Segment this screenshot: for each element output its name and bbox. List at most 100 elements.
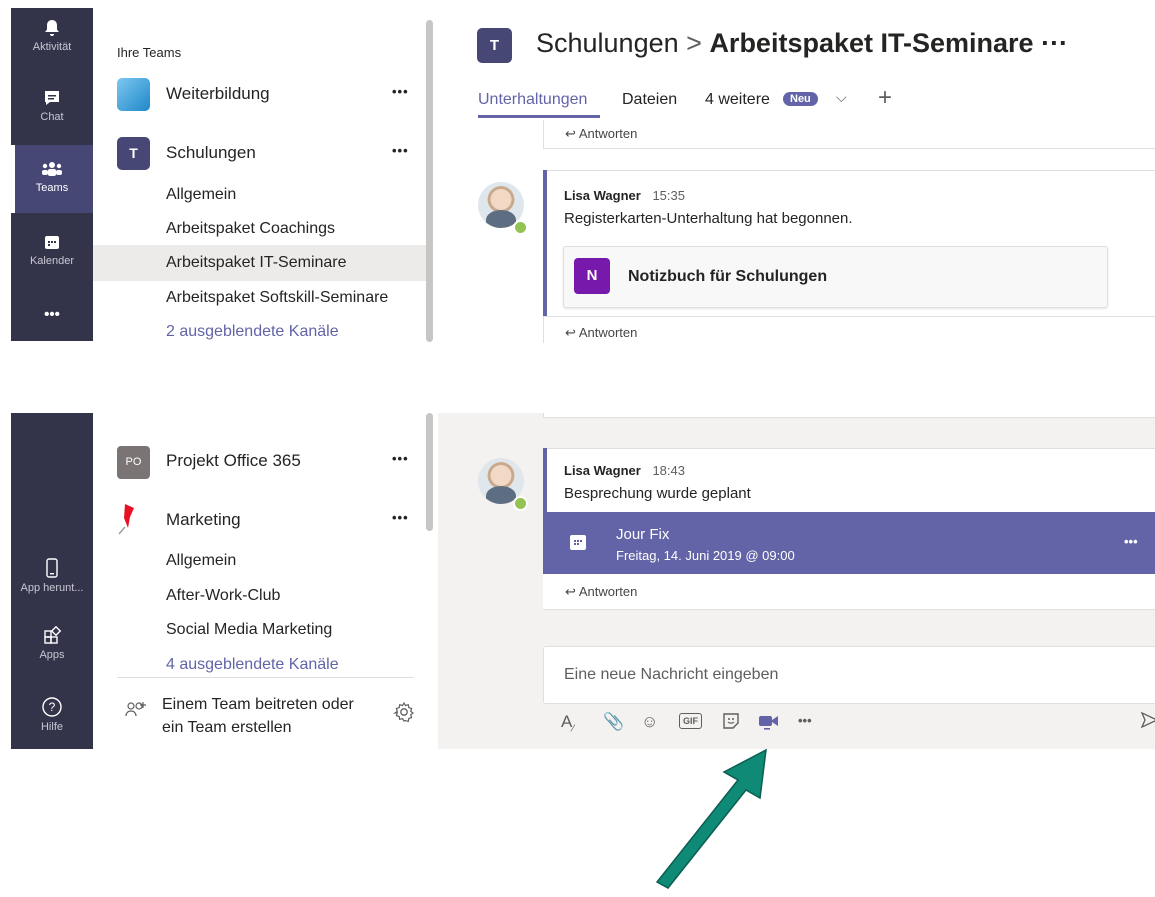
team-schulungen-more[interactable]: ••• — [392, 143, 409, 158]
team-logo-po: PO — [117, 446, 150, 479]
rail-help[interactable]: ? Hilfe — [11, 696, 93, 733]
join-team-icon — [125, 702, 146, 717]
tab-files[interactable]: Dateien — [622, 91, 677, 109]
channel-social-media[interactable]: Social Media Marketing — [166, 621, 332, 639]
rail-apps-label: Apps — [39, 649, 65, 661]
help-icon: ? — [42, 697, 62, 717]
rail-apps[interactable]: Apps — [11, 626, 93, 661]
section-title: Ihre Teams — [117, 45, 182, 60]
meeting-card[interactable] — [543, 512, 1155, 574]
chevron-down-icon[interactable]: ⌵ — [836, 89, 847, 106]
teams-icon — [42, 162, 62, 176]
sticker-icon[interactable] — [721, 711, 741, 731]
channel-it-seminare[interactable]: Arbeitspaket IT-Seminare — [166, 254, 347, 272]
page-title: Arbeitspaket IT-Seminare — [709, 28, 1034, 58]
tab-conversations[interactable]: Unterhaltungen — [478, 91, 587, 109]
reply-link-3[interactable]: ↩ Antworten — [565, 584, 637, 600]
reply-link-1[interactable]: ↩ Antworten — [565, 126, 637, 142]
presence-available-icon — [513, 220, 528, 235]
join-team-link[interactable]: Einem Team beitreten oder ein Team erste… — [162, 693, 374, 739]
sidebar-divider — [117, 677, 414, 678]
header-team-logo: T — [477, 28, 512, 63]
app-rail-bottom: App herunt... Apps ? Hilfe — [11, 413, 93, 749]
meet-now-icon[interactable] — [758, 711, 780, 731]
channel-coachings[interactable]: Arbeitspaket Coachings — [166, 220, 335, 238]
message-author: Lisa Wagner — [564, 188, 641, 203]
team-projekt-office[interactable]: Projekt Office 365 — [166, 451, 301, 471]
channel-more[interactable]: ··· — [1041, 28, 1068, 58]
message-input[interactable]: Eine neue Nachricht eingeben — [564, 666, 778, 684]
rail-download-label: App herunt... — [20, 582, 84, 594]
team-weiterbildung-more[interactable]: ••• — [392, 84, 409, 99]
channel-allgemein[interactable]: Allgemein — [166, 552, 236, 570]
onenote-card-title: Notizbuch für Schulungen — [628, 268, 828, 285]
channel-after-work[interactable]: After-Work-Club — [166, 587, 280, 605]
meeting-title: Jour Fix — [616, 526, 670, 543]
chat-icon — [45, 91, 59, 105]
hidden-channels-top[interactable]: 2 ausgeblendete Kanäle — [166, 323, 339, 341]
rail-chat[interactable]: Chat — [11, 88, 93, 123]
team-marketing-more[interactable]: ••• — [392, 510, 409, 525]
breadcrumb-separator: > — [686, 28, 702, 58]
rail-teams[interactable]: Teams — [11, 145, 93, 213]
team-logo-schulungen: T — [117, 137, 150, 170]
message-header: Lisa Wagner 18:43 — [564, 463, 685, 478]
tab-more[interactable]: 4 weitere — [705, 91, 770, 109]
send-icon[interactable] — [1140, 711, 1155, 729]
team-schulungen[interactable]: Schulungen — [166, 143, 256, 163]
app-rail-top: Aktivität Chat Teams Kalender ••• — [11, 8, 93, 341]
rail-teams-label: Teams — [35, 182, 69, 194]
team-marketing[interactable]: Marketing — [166, 510, 241, 530]
prev-message-bottom — [543, 413, 1155, 418]
add-tab-button[interactable]: + — [878, 84, 892, 112]
team-logo-weiterbildung — [117, 78, 150, 111]
annotation-arrow — [655, 748, 767, 889]
rail-more[interactable]: ••• — [11, 306, 93, 323]
new-badge: Neu — [783, 92, 818, 106]
team-weiterbildung[interactable]: Weiterbildung — [166, 84, 270, 104]
channel-softskill[interactable]: Arbeitspaket Softskill-Seminare — [166, 289, 388, 307]
reply-icon: ↩ — [565, 126, 576, 141]
message-accent-bar — [543, 448, 547, 512]
svg-text:?: ? — [49, 700, 56, 714]
rail-download[interactable]: App herunt... — [11, 557, 93, 594]
meeting-date: Freitag, 14. Juni 2019 @ 09:00 — [616, 548, 795, 563]
sidebar-scrollbar-bottom[interactable] — [426, 413, 433, 531]
reply-icon: ↩ — [565, 584, 576, 599]
gear-icon[interactable] — [392, 700, 416, 724]
team-po-more[interactable]: ••• — [392, 451, 409, 466]
hidden-channels-bottom[interactable]: 4 ausgeblendete Kanäle — [166, 656, 339, 674]
rail-calendar[interactable]: Kalender — [11, 232, 93, 267]
format-icon[interactable]: A⁄ — [561, 712, 574, 734]
rail-chat-label: Chat — [40, 111, 64, 123]
calendar-icon — [45, 236, 59, 249]
message-text: Besprechung wurde geplant — [564, 485, 751, 502]
message-accent-bar — [543, 170, 547, 316]
emoji-icon[interactable]: ☺ — [641, 712, 658, 732]
reply-link-label: Antworten — [578, 325, 638, 340]
gif-icon[interactable]: GIF — [679, 713, 702, 729]
sidebar-scrollbar[interactable] — [426, 20, 433, 342]
rail-activity[interactable]: Aktivität — [11, 18, 93, 53]
attach-icon[interactable]: 📎 — [603, 712, 624, 732]
presence-available-icon — [513, 496, 528, 511]
breadcrumb: Schulungen > Arbeitspaket IT-Seminare ··… — [536, 28, 1068, 59]
phone-icon — [46, 558, 58, 578]
onenote-icon: N — [574, 258, 610, 294]
message-time: 18:43 — [652, 463, 685, 478]
reply-link-label: Antworten — [578, 126, 638, 141]
calendar-icon — [570, 535, 586, 550]
reply-link-label: Antworten — [578, 584, 638, 599]
breadcrumb-team[interactable]: Schulungen — [536, 28, 679, 58]
compose-more[interactable]: ••• — [798, 713, 812, 728]
reply-icon: ↩ — [565, 325, 576, 340]
rail-activity-label: Aktivität — [32, 41, 72, 53]
channel-allgemein[interactable]: Allgemein — [166, 186, 236, 204]
rail-calendar-label: Kalender — [29, 255, 75, 267]
message-author: Lisa Wagner — [564, 463, 641, 478]
reply-link-2[interactable]: ↩ Antworten — [565, 325, 637, 341]
message-header: Lisa Wagner 15:35 — [564, 188, 685, 203]
message-text: Registerkarten-Unterhaltung hat begonnen… — [564, 210, 853, 227]
meeting-more[interactable]: ••• — [1124, 534, 1138, 549]
rail-help-label: Hilfe — [40, 721, 63, 733]
